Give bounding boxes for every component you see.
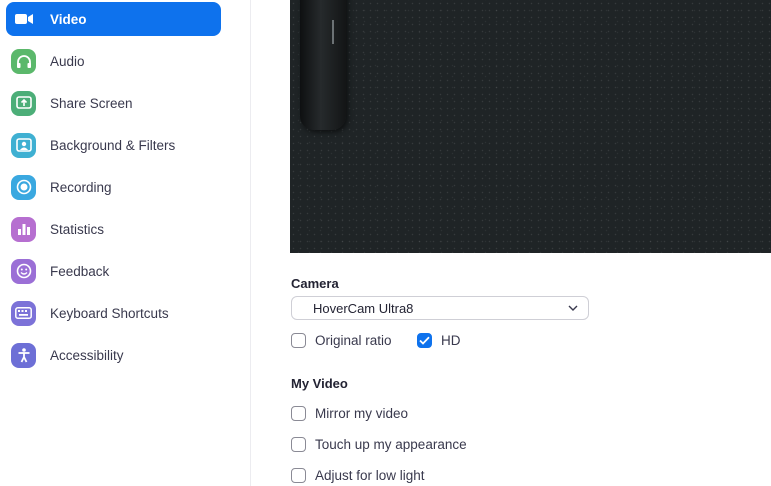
hd-label: HD bbox=[441, 332, 461, 348]
share-screen-icon bbox=[11, 90, 36, 116]
sidebar-item-label: Audio bbox=[50, 53, 85, 69]
sidebar-item-label: Share Screen bbox=[50, 95, 133, 111]
touch-up-checkbox[interactable] bbox=[291, 436, 306, 452]
hd-option[interactable]: HD bbox=[417, 330, 461, 350]
sidebar-item-label: Keyboard Shortcuts bbox=[50, 305, 169, 321]
background-icon bbox=[11, 132, 36, 158]
sidebar-item-label: Statistics bbox=[50, 221, 105, 237]
sidebar-item-accessibility[interactable]: Accessibility bbox=[6, 338, 221, 372]
sidebar-item-statistics[interactable]: Statistics bbox=[6, 212, 221, 246]
camera-section-title: Camera bbox=[291, 276, 339, 291]
low-light-option[interactable]: Adjust for low light bbox=[291, 465, 425, 485]
keyboard-icon bbox=[11, 300, 36, 326]
checkmark-icon bbox=[419, 336, 430, 345]
sidebar-item-label: Background & Filters bbox=[50, 137, 176, 153]
chevron-down-icon bbox=[568, 305, 578, 311]
device-mark bbox=[332, 20, 348, 44]
mirror-video-checkbox[interactable] bbox=[291, 405, 306, 421]
video-preview bbox=[290, 0, 771, 253]
sidebar-item-share-screen[interactable]: Share Screen bbox=[6, 86, 221, 120]
recording-icon bbox=[11, 174, 36, 200]
original-ratio-label: Original ratio bbox=[315, 332, 392, 348]
my-video-section-title: My Video bbox=[291, 376, 348, 391]
headphones-icon bbox=[11, 48, 36, 74]
original-ratio-option[interactable]: Original ratio bbox=[291, 330, 392, 350]
mirror-video-label: Mirror my video bbox=[315, 405, 409, 421]
low-light-checkbox[interactable] bbox=[291, 467, 306, 483]
sidebar-item-label: Recording bbox=[50, 179, 112, 195]
sidebar-item-label: Feedback bbox=[50, 263, 110, 279]
hd-checkbox[interactable] bbox=[417, 332, 432, 348]
touch-up-label: Touch up my appearance bbox=[315, 436, 467, 452]
sidebar-item-label: Video bbox=[50, 11, 87, 27]
settings-sidebar: Video Audio Share Screen Background & Fi… bbox=[0, 0, 251, 486]
feedback-icon bbox=[11, 258, 36, 284]
touch-up-option[interactable]: Touch up my appearance bbox=[291, 434, 467, 454]
video-camera-icon bbox=[11, 7, 36, 32]
camera-select[interactable]: HoverCam Ultra8 bbox=[291, 296, 589, 320]
sidebar-item-recording[interactable]: Recording bbox=[6, 170, 221, 204]
statistics-icon bbox=[11, 216, 36, 242]
sidebar-item-audio[interactable]: Audio bbox=[6, 44, 221, 78]
camera-select-value: HoverCam Ultra8 bbox=[313, 300, 414, 316]
low-light-label: Adjust for low light bbox=[315, 467, 425, 483]
mirror-video-option[interactable]: Mirror my video bbox=[291, 403, 408, 423]
sidebar-item-background-filters[interactable]: Background & Filters bbox=[6, 128, 221, 162]
original-ratio-checkbox[interactable] bbox=[291, 332, 306, 348]
sidebar-item-label: Accessibility bbox=[50, 347, 124, 363]
accessibility-icon bbox=[11, 342, 36, 368]
sidebar-item-video[interactable]: Video bbox=[6, 2, 221, 36]
sidebar-item-feedback[interactable]: Feedback bbox=[6, 254, 221, 288]
sidebar-item-keyboard-shortcuts[interactable]: Keyboard Shortcuts bbox=[6, 296, 221, 330]
